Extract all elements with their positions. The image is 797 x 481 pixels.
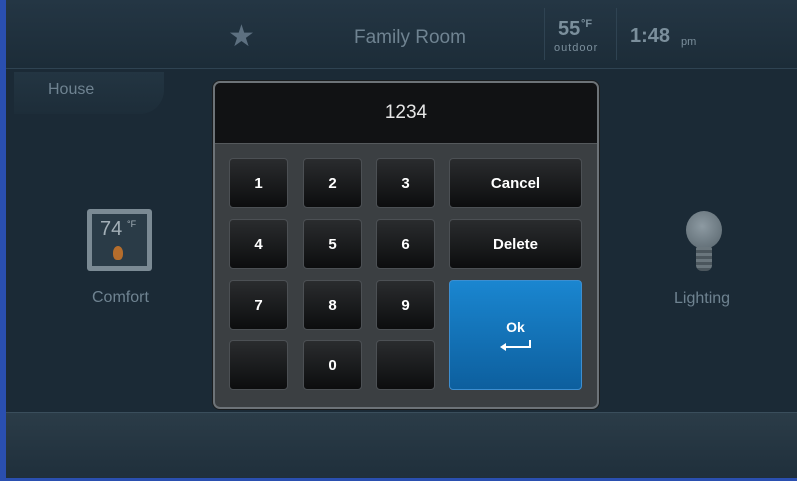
cancel-button[interactable]: Cancel	[449, 158, 582, 208]
light-bulb-base	[696, 247, 712, 271]
enter-arrow-icon	[499, 340, 531, 351]
code-display-value: 1234	[384, 102, 428, 123]
star-icon[interactable]: ★	[228, 22, 255, 52]
flame-icon	[113, 246, 123, 260]
clock-time: 1:48	[630, 25, 671, 47]
code-display: 1234	[215, 83, 597, 144]
clock-ampm: pm	[681, 36, 697, 48]
outdoor-label: outdoor	[554, 42, 599, 54]
delete-button[interactable]: Delete	[449, 219, 582, 269]
blank-key-left[interactable]	[229, 340, 288, 390]
key-0[interactable]: 0	[303, 340, 362, 390]
comfort-temperature-unit: °F	[127, 219, 137, 229]
ok-label: Ok	[506, 319, 525, 335]
key-8[interactable]: 8	[303, 280, 362, 330]
light-bulb-icon[interactable]	[686, 211, 722, 249]
thermostat-icon[interactable]: 74 °F	[87, 209, 152, 271]
temperature-unit: °F	[581, 18, 593, 30]
key-4[interactable]: 4	[229, 219, 288, 269]
room-title[interactable]: Family Room	[354, 27, 466, 49]
key-3[interactable]: 3	[376, 158, 435, 208]
blank-key-right[interactable]	[376, 340, 435, 390]
comfort-temperature: 74	[100, 218, 123, 240]
lighting-label[interactable]: Lighting	[674, 290, 730, 308]
key-1[interactable]: 1	[229, 158, 288, 208]
key-9[interactable]: 9	[376, 280, 435, 330]
key-7[interactable]: 7	[229, 280, 288, 330]
comfort-label[interactable]: Comfort	[92, 289, 149, 307]
thermostat-display: 74 °F	[92, 214, 147, 266]
key-5[interactable]: 5	[303, 219, 362, 269]
house-tab-label: House	[48, 81, 95, 98]
key-2[interactable]: 2	[303, 158, 362, 208]
key-6[interactable]: 6	[376, 219, 435, 269]
outdoor-temperature: 55	[558, 18, 581, 40]
bottom-bar	[6, 412, 797, 478]
ok-button[interactable]: Ok	[449, 280, 582, 390]
